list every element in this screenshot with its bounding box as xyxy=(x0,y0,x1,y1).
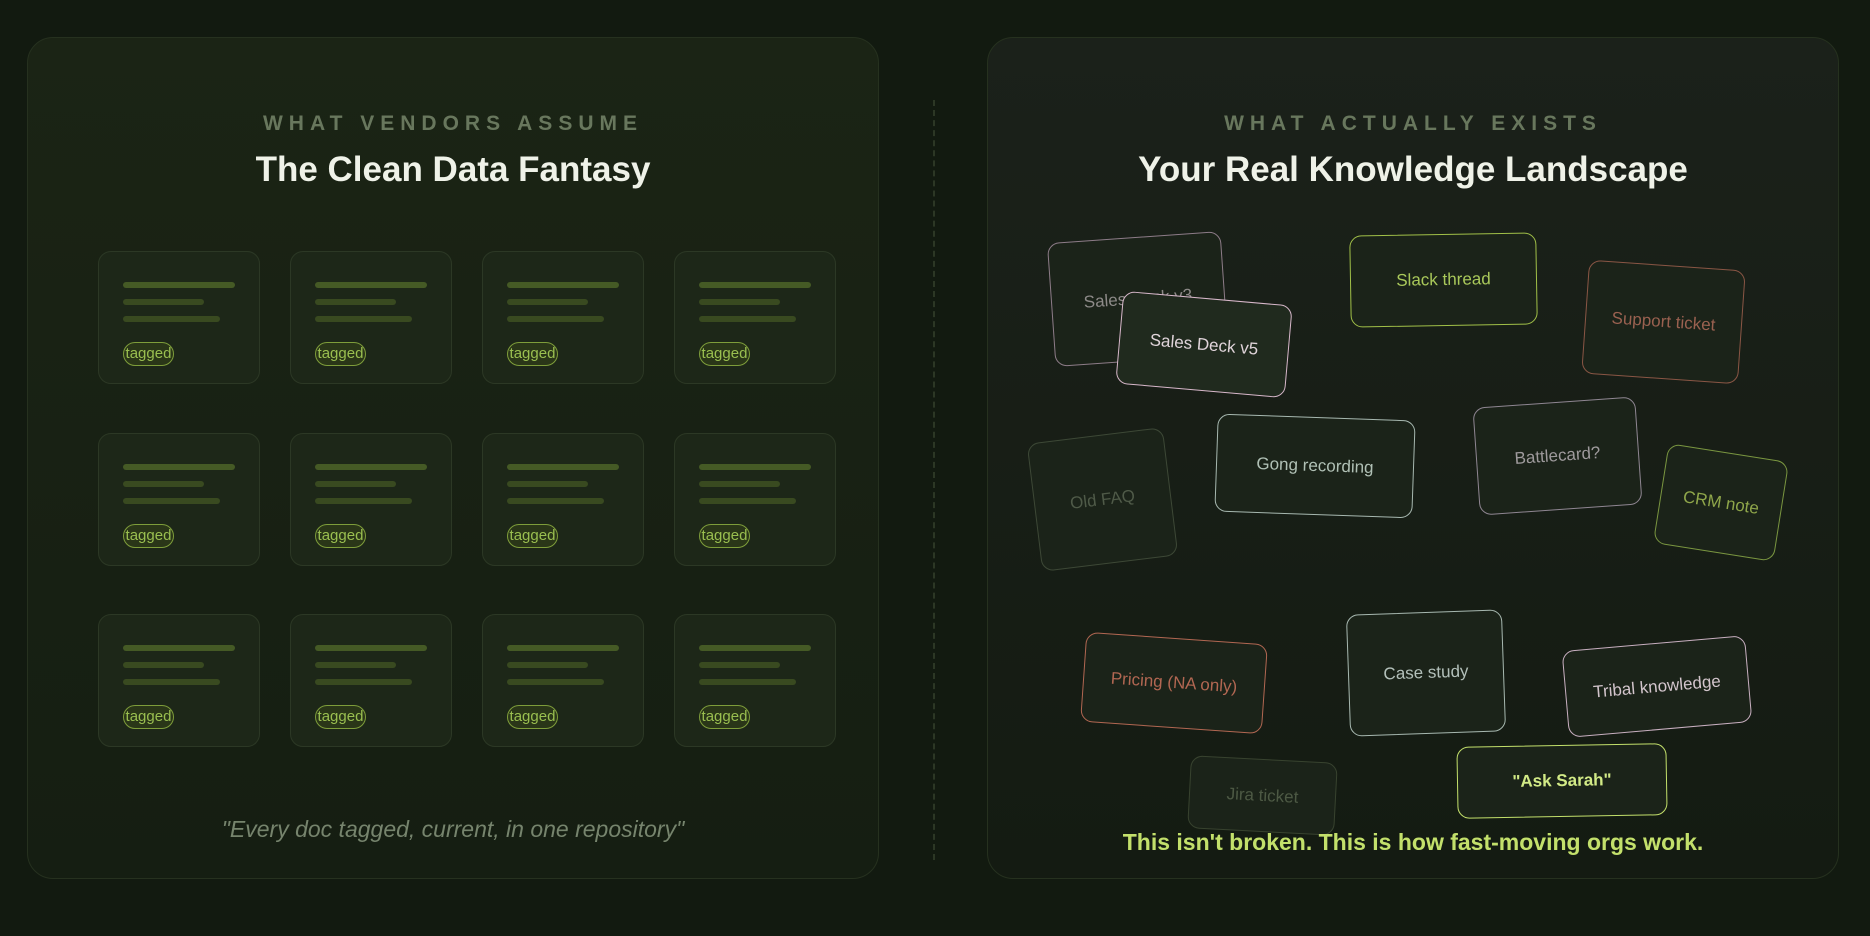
doc-card: tagged xyxy=(98,251,260,384)
chip-jira-ticket: Jira ticket xyxy=(1187,755,1338,836)
chip-crm-note: CRM note xyxy=(1652,443,1790,562)
chip-pricing: Pricing (NA only) xyxy=(1080,631,1268,735)
tagged-badge: tagged xyxy=(315,705,366,729)
chip-old-faq: Old FAQ xyxy=(1026,427,1179,572)
tagged-badge: tagged xyxy=(507,524,558,548)
chip-tribal-knowledge: Tribal knowledge xyxy=(1561,635,1753,738)
right-eyebrow: WHAT ACTUALLY EXISTS xyxy=(1224,112,1602,135)
doc-card: tagged xyxy=(674,614,836,747)
tagged-badge: tagged xyxy=(123,705,174,729)
left-eyebrow: WHAT VENDORS ASSUME xyxy=(262,112,643,135)
left-title: The Clean Data Fantasy xyxy=(255,150,651,189)
tagged-badge: tagged xyxy=(699,342,750,366)
right-title: Your Real Knowledge Landscape xyxy=(1138,150,1688,189)
chip-ask-sarah: "Ask Sarah" xyxy=(1456,743,1668,819)
doc-card: tagged xyxy=(98,433,260,566)
chip-battlecard: Battlecard? xyxy=(1472,396,1643,516)
chip-slack-thread: Slack thread xyxy=(1349,232,1538,328)
real-landscape-panel: WHAT ACTUALLY EXISTS Your Real Knowledge… xyxy=(987,37,1839,879)
doc-card: tagged xyxy=(482,614,644,747)
tagged-badge: tagged xyxy=(315,524,366,548)
chip-support-ticket: Support ticket xyxy=(1581,259,1746,385)
doc-card: tagged xyxy=(674,433,836,566)
doc-card: tagged xyxy=(290,251,452,384)
doc-card: tagged xyxy=(674,251,836,384)
chip-gong-recording: Gong recording xyxy=(1214,413,1416,519)
doc-card: tagged xyxy=(98,614,260,747)
tagged-badge: tagged xyxy=(123,342,174,366)
doc-card: tagged xyxy=(482,251,644,384)
tagged-badge: tagged xyxy=(123,524,174,548)
landscape-footer: This isn't broken. This is how fast-movi… xyxy=(1122,829,1704,855)
doc-card: tagged xyxy=(482,433,644,566)
chip-sales-deck-v5: Sales Deck v5 xyxy=(1115,290,1293,399)
chip-case-study: Case study xyxy=(1345,609,1507,737)
tagged-badge: tagged xyxy=(507,342,558,366)
fantasy-quote: "Every doc tagged, current, in one repos… xyxy=(221,816,685,842)
tagged-badge: tagged xyxy=(699,524,750,548)
clean-data-panel: WHAT VENDORS ASSUME The Clean Data Fanta… xyxy=(27,37,879,879)
doc-card: tagged xyxy=(290,433,452,566)
tagged-badge: tagged xyxy=(507,705,558,729)
panel-divider xyxy=(933,100,935,860)
tagged-badge: tagged xyxy=(699,705,750,729)
doc-card: tagged xyxy=(290,614,452,747)
tagged-badge: tagged xyxy=(315,342,366,366)
